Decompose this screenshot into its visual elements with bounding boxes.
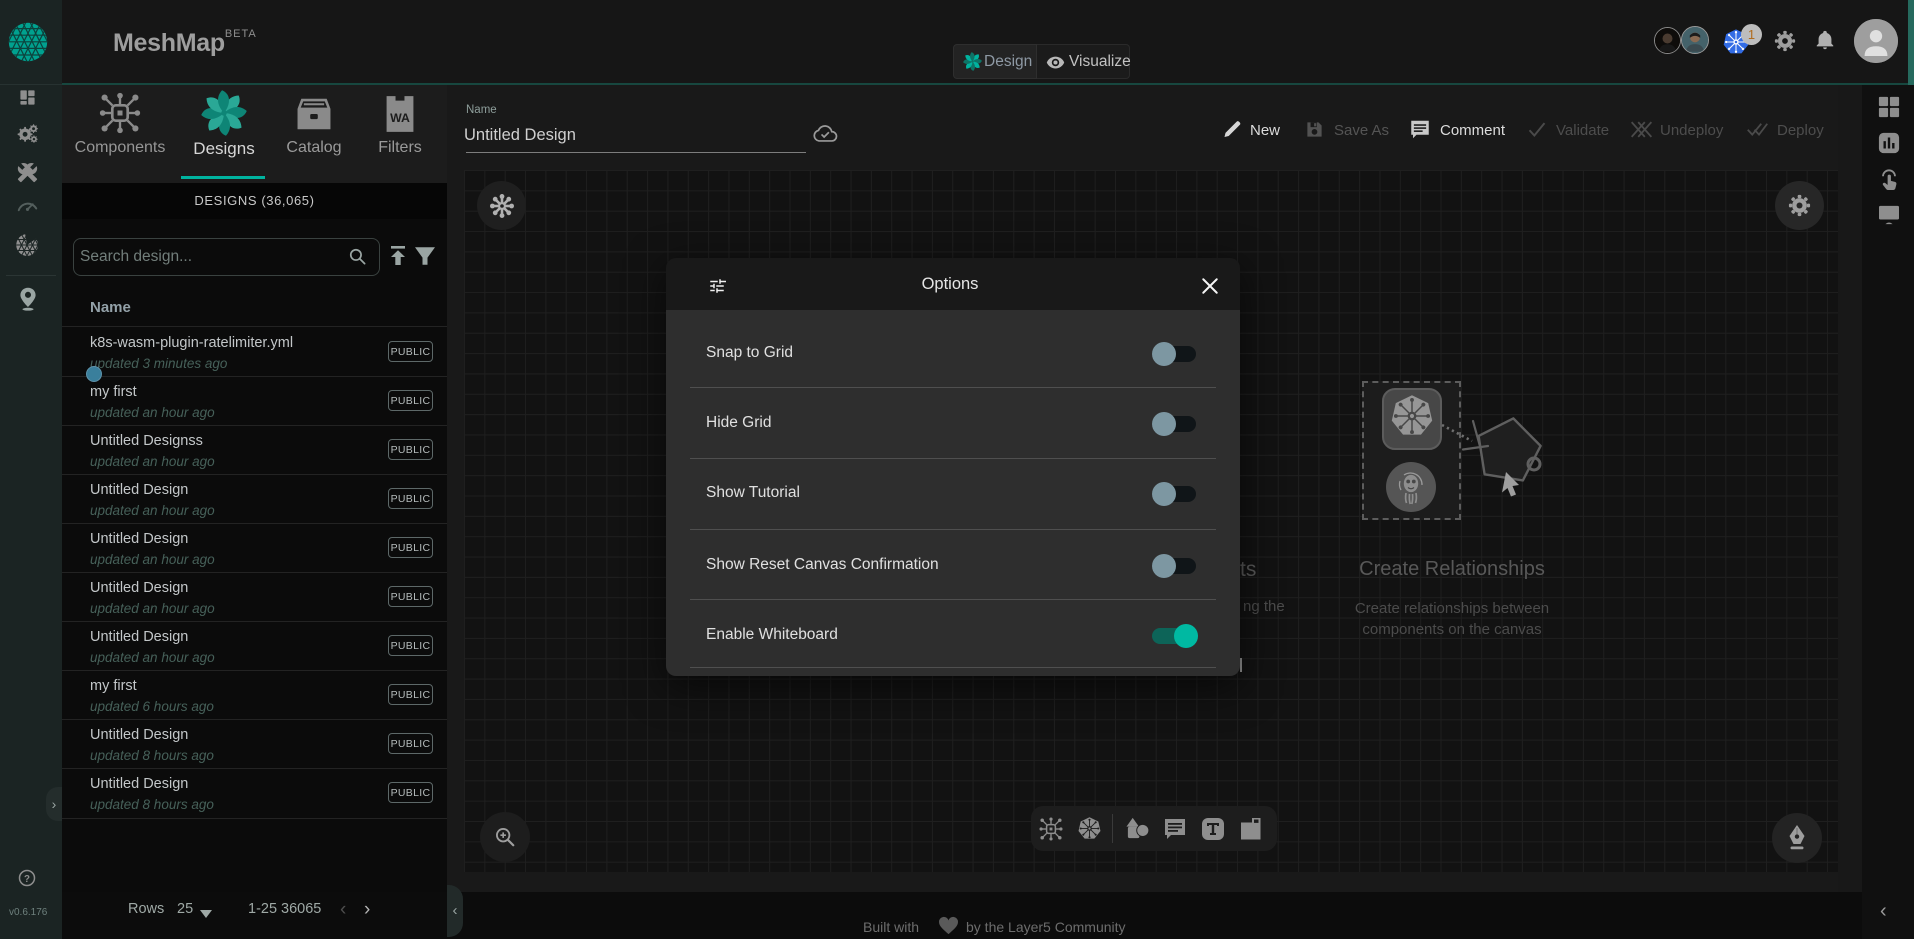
svg-text:WA: WA	[390, 111, 410, 125]
svg-text:?: ?	[24, 874, 30, 885]
